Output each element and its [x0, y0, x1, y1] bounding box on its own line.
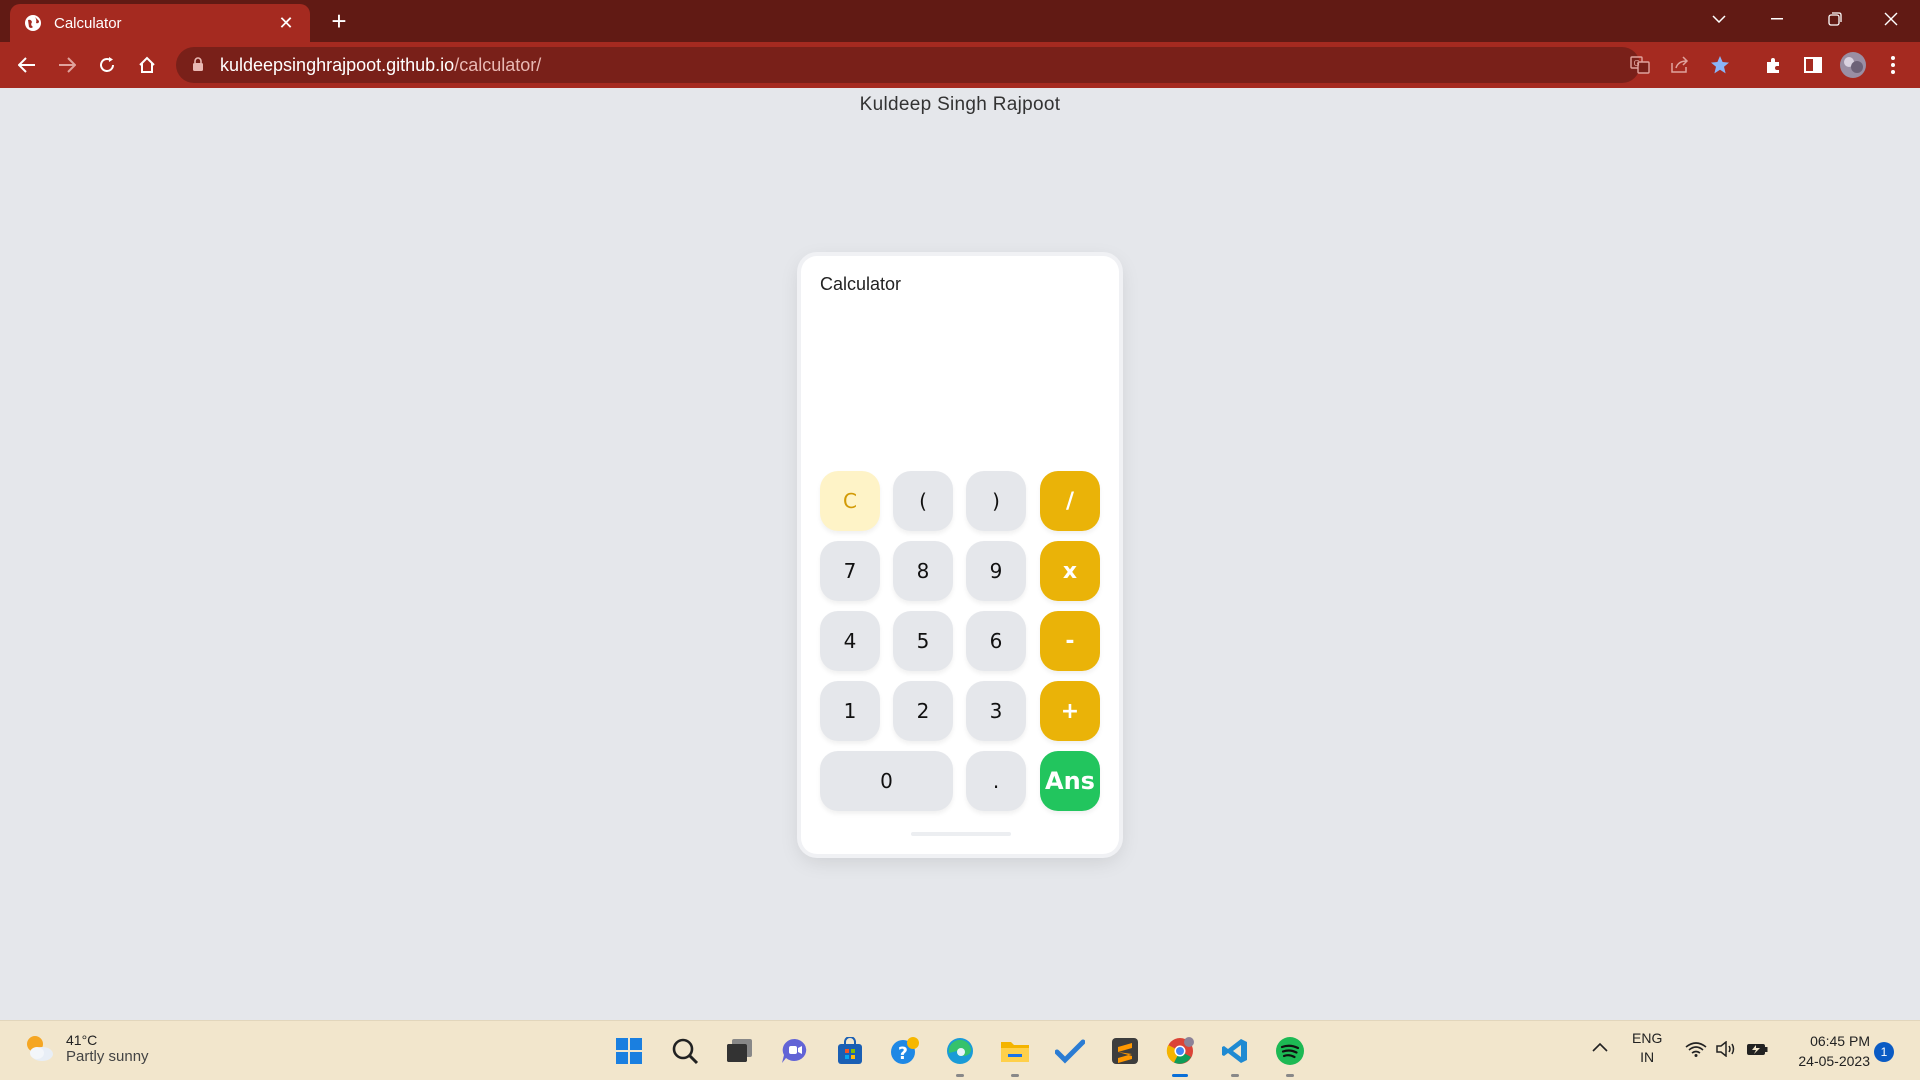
url-host: kuldeepsinghrajpoot.github.io: [220, 54, 455, 75]
taskbar: 41°C Partly sunny ? ENG IN 06:45 PM 24-0…: [0, 1020, 1920, 1080]
digit-0-button[interactable]: 0: [820, 751, 953, 811]
digit-3-button[interactable]: 3: [966, 681, 1026, 741]
profile-avatar[interactable]: [1837, 49, 1869, 81]
globe-icon: [24, 14, 42, 32]
digit-6-button[interactable]: 6: [966, 611, 1026, 671]
forward-button[interactable]: [51, 49, 83, 81]
tab-strip: Calculator ✕ +: [0, 0, 1920, 42]
decimal-button[interactable]: .: [966, 751, 1026, 811]
search-icon[interactable]: [665, 1031, 705, 1071]
language-code: ENG: [1632, 1030, 1663, 1046]
clock-time: 06:45 PM: [1810, 1033, 1870, 1049]
extensions-icon[interactable]: [1757, 49, 1789, 81]
clock-date: 24-05-2023: [1798, 1053, 1870, 1069]
back-button[interactable]: [11, 49, 43, 81]
svg-text:?: ?: [898, 1044, 908, 1064]
volume-icon[interactable]: [1715, 1040, 1737, 1060]
home-indicator: [911, 832, 1011, 836]
temperature: 41°C: [66, 1031, 98, 1048]
notification-badge[interactable]: 1: [1874, 1042, 1894, 1062]
side-panel-icon[interactable]: [1797, 49, 1829, 81]
digit-8-button[interactable]: 8: [893, 541, 953, 601]
digit-5-button[interactable]: 5: [893, 611, 953, 671]
add-button[interactable]: +: [1040, 681, 1100, 741]
running-indicator: [1286, 1074, 1294, 1077]
running-indicator: [956, 1074, 964, 1077]
open-paren-button[interactable]: (: [893, 471, 953, 531]
new-tab-button[interactable]: +: [326, 8, 352, 34]
digit-4-button[interactable]: 4: [820, 611, 880, 671]
spotify-icon[interactable]: [1270, 1031, 1310, 1077]
edge-icon[interactable]: [940, 1031, 980, 1077]
tab-title: Calculator: [54, 14, 122, 32]
system-clock[interactable]: 06:45 PM 24-05-2023: [1780, 1031, 1870, 1071]
weather-condition: Partly sunny: [66, 1047, 149, 1065]
digit-2-button[interactable]: 2: [893, 681, 953, 741]
lock-icon[interactable]: [192, 57, 206, 73]
running-indicator: [1231, 1074, 1239, 1077]
reload-button[interactable]: [91, 49, 123, 81]
browser-tab[interactable]: Calculator ✕: [10, 4, 310, 42]
divide-button[interactable]: /: [1040, 471, 1100, 531]
translate-icon[interactable]: G: [1624, 49, 1656, 81]
chrome-icon[interactable]: [1160, 1031, 1200, 1077]
author-name: Kuldeep Singh Rajpoot: [859, 94, 1061, 115]
digit-1-button[interactable]: 1: [820, 681, 880, 741]
page-content: Kuldeep Singh Rajpoot Calculator C ( ) /…: [0, 88, 1920, 1020]
multiply-button[interactable]: x: [1040, 541, 1100, 601]
teams-chat-icon[interactable]: [775, 1031, 815, 1071]
answer-button[interactable]: Ans: [1040, 751, 1100, 811]
wifi-icon[interactable]: [1685, 1041, 1707, 1060]
tips-icon[interactable]: ?: [885, 1031, 925, 1071]
store-icon[interactable]: [830, 1031, 870, 1071]
address-bar[interactable]: kuldeepsinghrajpoot.github.io/calculator…: [176, 47, 1729, 83]
chevron-up-icon[interactable]: [1592, 1039, 1608, 1055]
url-path: /calculator/: [454, 54, 542, 75]
share-icon[interactable]: [1664, 49, 1696, 81]
active-indicator: [1172, 1074, 1188, 1077]
digit-7-button[interactable]: 7: [820, 541, 880, 601]
tab-search-icon[interactable]: [1690, 0, 1748, 38]
digit-9-button[interactable]: 9: [966, 541, 1026, 601]
restore-button[interactable]: [1806, 0, 1864, 38]
browser-toolbar: kuldeepsinghrajpoot.github.io/calculator…: [0, 42, 1920, 88]
browser-menu-icon[interactable]: [1877, 49, 1909, 81]
partly-sunny-icon: [27, 1036, 53, 1061]
vscode-icon[interactable]: [1215, 1031, 1255, 1077]
calculator-title: Calculator: [820, 274, 902, 294]
close-window-button[interactable]: [1862, 0, 1920, 38]
subtract-button[interactable]: -: [1040, 611, 1100, 671]
minimize-button[interactable]: [1748, 0, 1806, 38]
start-icon[interactable]: [609, 1031, 649, 1071]
calculator-card: Calculator C ( ) / 7 8 9 x 4 5 6 - 1 2 3…: [801, 256, 1119, 854]
close-paren-button[interactable]: ): [966, 471, 1026, 531]
running-indicator: [1011, 1074, 1019, 1077]
bookmark-star-icon[interactable]: [1704, 49, 1736, 81]
svg-text:G: G: [1634, 59, 1640, 68]
calculator-display: [820, 312, 1100, 412]
close-tab-icon[interactable]: ✕: [276, 13, 296, 33]
file-explorer-icon[interactable]: [995, 1031, 1035, 1077]
clear-button[interactable]: C: [820, 471, 880, 531]
language-indicator[interactable]: ENG IN: [1632, 1029, 1662, 1067]
task-view-icon[interactable]: [720, 1031, 760, 1071]
battery-charging-icon[interactable]: [1746, 1042, 1768, 1059]
todo-icon[interactable]: [1050, 1031, 1090, 1071]
sublime-text-icon[interactable]: [1105, 1031, 1145, 1071]
home-button[interactable]: [131, 49, 163, 81]
weather-widget[interactable]: 41°C Partly sunny: [22, 1031, 149, 1065]
region-code: IN: [1640, 1049, 1655, 1065]
